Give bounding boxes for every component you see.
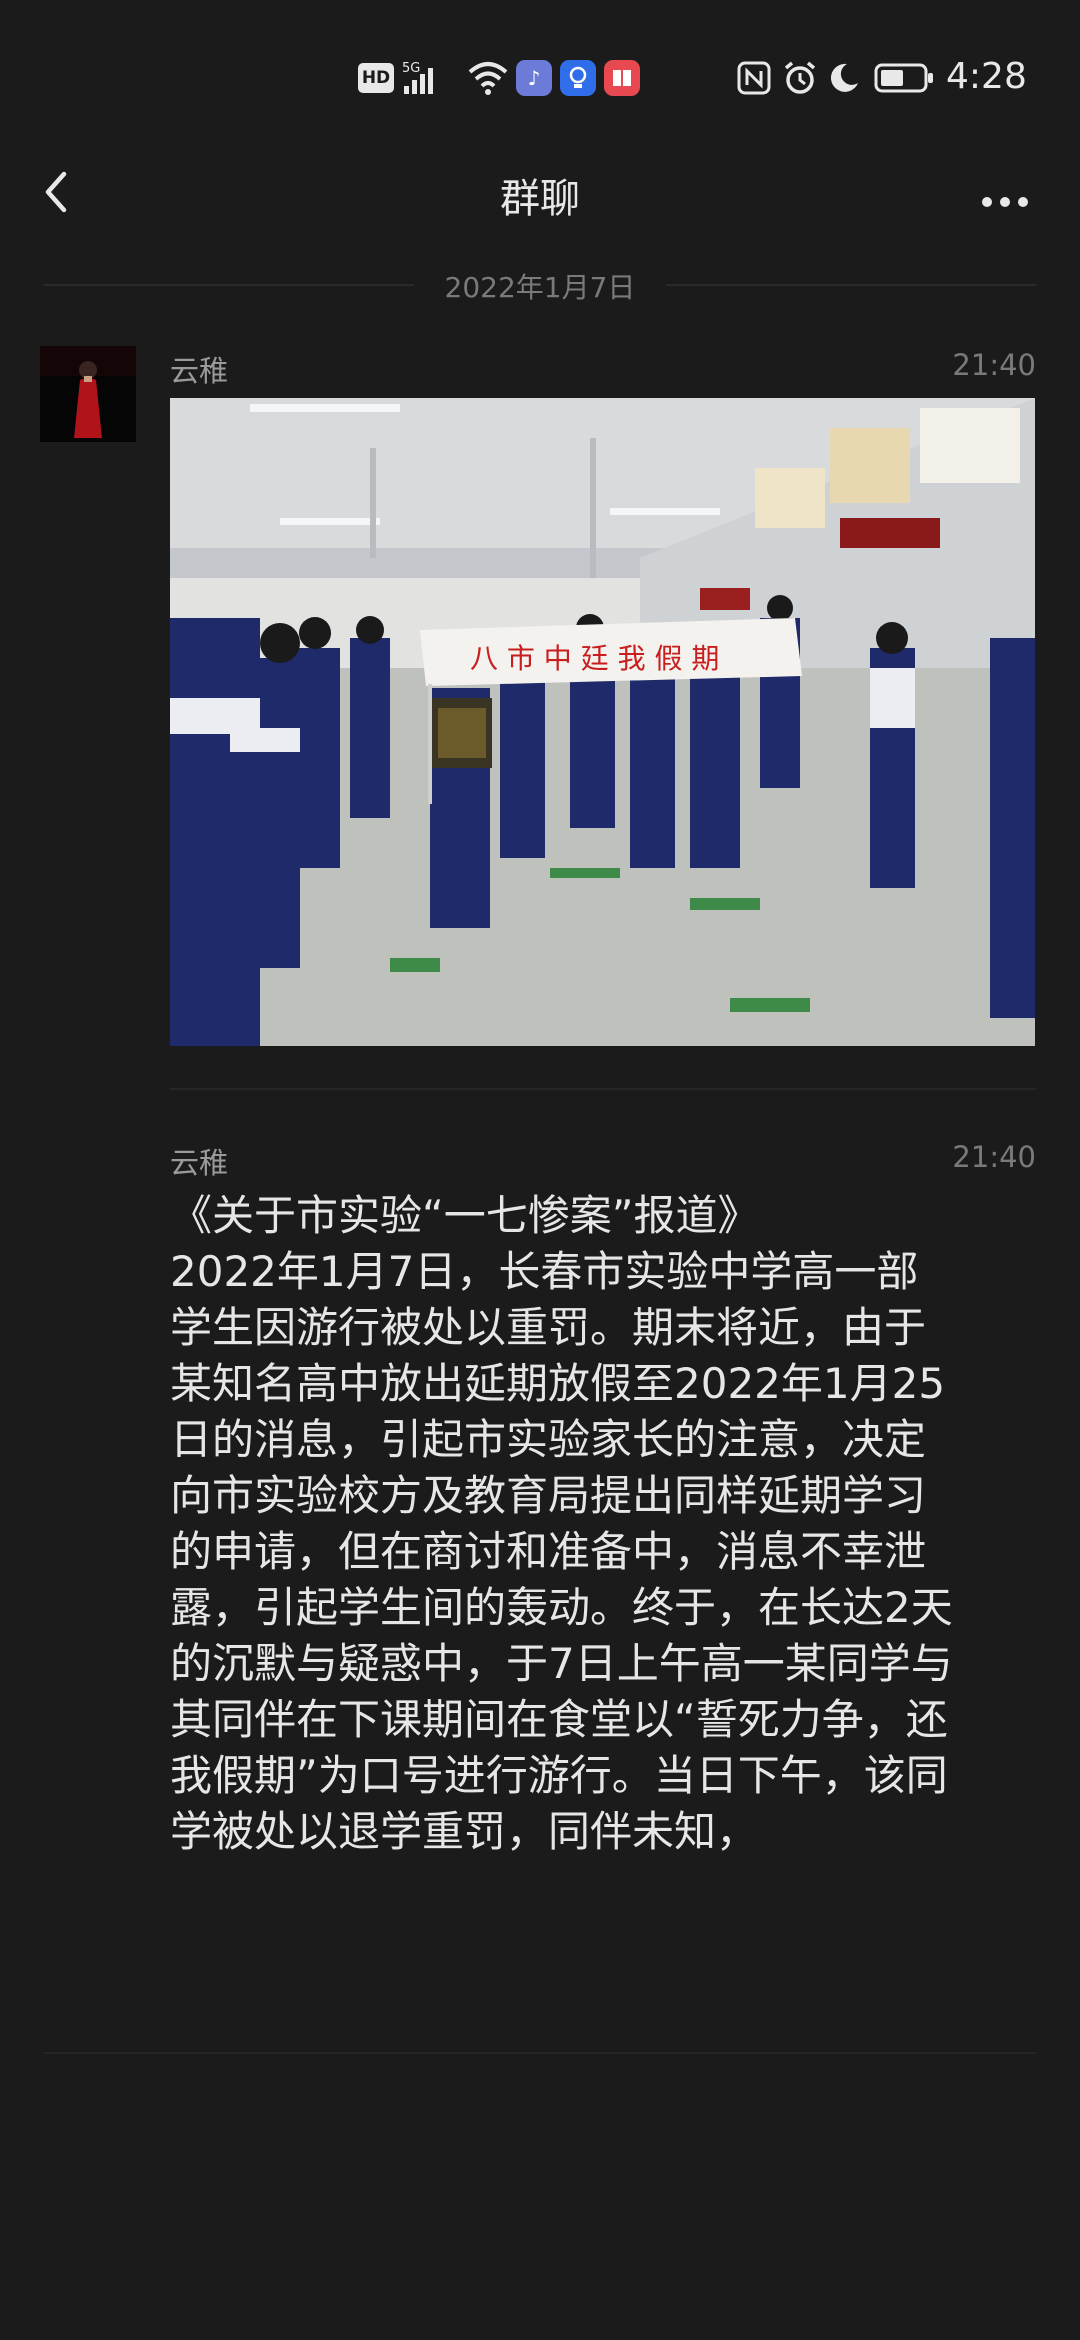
- message-divider: [170, 1088, 1036, 1090]
- book-app-icon: [604, 60, 640, 96]
- nfc-icon: [736, 58, 772, 98]
- banner-text: 八 市 中 廷 我 假 期: [470, 642, 719, 675]
- navigation-bar: 群聊: [0, 150, 1080, 232]
- wifi-icon: [466, 58, 510, 98]
- bulb-app-icon: [560, 60, 596, 96]
- sender-name: 云稚: [170, 1146, 229, 1180]
- message-time: 21:40: [952, 1140, 1036, 1174]
- message-body: 《关于市实验“一七惨案”报道》 2022年1月7日，长春市实验中学高一部 学生因…: [170, 1191, 953, 1856]
- cafeteria-protest-photo: 八 市 中 廷 我 假 期: [170, 398, 1035, 1046]
- photo-attachment[interactable]: 八 市 中 廷 我 假 期: [170, 398, 1035, 1046]
- message-time: 21:40: [952, 348, 1036, 382]
- more-dots-icon: [982, 197, 1028, 207]
- music-app-icon: ♪: [516, 60, 552, 96]
- chat-message-image: 云稚 21:40 八 市 中 廷 我 假 期: [0, 346, 1080, 1090]
- hd-icon: HD: [358, 63, 394, 93]
- alarm-icon: [780, 58, 820, 98]
- clock: 4:28: [946, 56, 1027, 97]
- battery-icon: [874, 58, 936, 98]
- more-options-button[interactable]: [970, 162, 1040, 222]
- divider-right: [666, 284, 1036, 286]
- sender-name: 云稚: [170, 354, 229, 388]
- do-not-disturb-icon: [826, 58, 862, 98]
- chat-message-text: 云稚 21:40 《关于市实验“一七惨案”报道》 2022年1月7日，长春市实验…: [0, 1138, 1080, 2038]
- page-title: 群聊: [500, 176, 580, 222]
- date-label: 2022年1月7日: [444, 271, 636, 304]
- cellular-signal-icon: 5G: [400, 58, 470, 98]
- network-type-label: 5G: [402, 61, 420, 76]
- date-separator: 2022年1月7日: [0, 264, 1080, 304]
- bottom-divider: [44, 2052, 1036, 2054]
- status-bar: HD 5G ♪ 4:28: [0, 0, 1080, 160]
- avatar[interactable]: [40, 346, 136, 442]
